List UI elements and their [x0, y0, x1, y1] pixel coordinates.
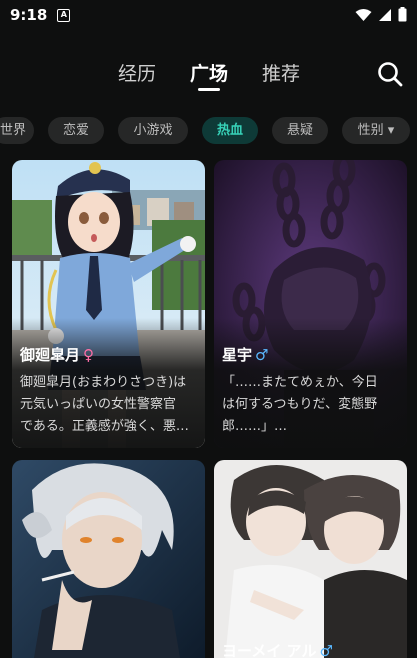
character-name: 御廻皐月 ♀ — [20, 344, 94, 365]
character-card[interactable]: 御廻皐月 ♀ 御廻皐月(おまわりさつき)は 元気いっぱいの女性警察官 である。正… — [12, 160, 205, 448]
filter-chip-romance[interactable]: 恋爱 — [48, 117, 104, 144]
wifi-icon — [355, 8, 372, 21]
tab-experience[interactable]: 经历 — [118, 59, 156, 86]
active-tab-indicator — [198, 88, 220, 91]
tab-plaza[interactable]: 广场 — [190, 59, 228, 86]
filter-chip-minigame[interactable]: 小游戏 — [118, 117, 188, 144]
character-portrait — [12, 460, 205, 658]
filter-chip-world[interactable]: 世界 — [0, 117, 34, 144]
character-card[interactable] — [12, 460, 205, 658]
male-gender-icon: ♂ — [319, 641, 333, 658]
status-bar: 9:18 A — [0, 0, 417, 30]
character-name-text: ヨーメイ アル — [222, 642, 317, 658]
character-card[interactable]: ヨーメイ アル ♂ — [214, 460, 407, 658]
status-icons — [355, 7, 407, 22]
status-time: 9:18 — [10, 6, 48, 24]
female-gender-icon: ♀ — [83, 345, 95, 364]
character-description: 「……またてめぇか、今日 は何するつもりだ、変態野 郎……」… — [222, 375, 378, 434]
filter-chip-mystery[interactable]: 悬疑 — [272, 117, 328, 144]
character-portrait — [214, 460, 407, 658]
character-name: 星宇 ♂ — [222, 344, 268, 365]
tab-recommend[interactable]: 推荐 — [262, 59, 300, 86]
character-name: ヨーメイ アル ♂ — [222, 640, 333, 658]
character-name-text: 星宇 — [222, 346, 253, 364]
app-notification-icon: A — [57, 8, 71, 22]
character-description: 御廻皐月(おまわりさつき)は 元気いっぱいの女性警察官 である。正義感が強く、悪… — [20, 375, 189, 434]
filter-chip-hot-blooded[interactable]: 热血 — [202, 117, 258, 144]
character-card[interactable]: 星宇 ♂ 「……またてめぇか、今日 は何するつもりだ、変態野 郎……」… — [214, 160, 407, 448]
male-gender-icon: ♂ — [255, 345, 269, 364]
filter-chip-gender[interactable]: 性别 ▾ — [342, 117, 410, 144]
signal-icon — [379, 8, 391, 21]
battery-icon — [398, 7, 407, 22]
search-icon[interactable] — [376, 60, 404, 88]
character-name-text: 御廻皐月 — [20, 346, 81, 364]
